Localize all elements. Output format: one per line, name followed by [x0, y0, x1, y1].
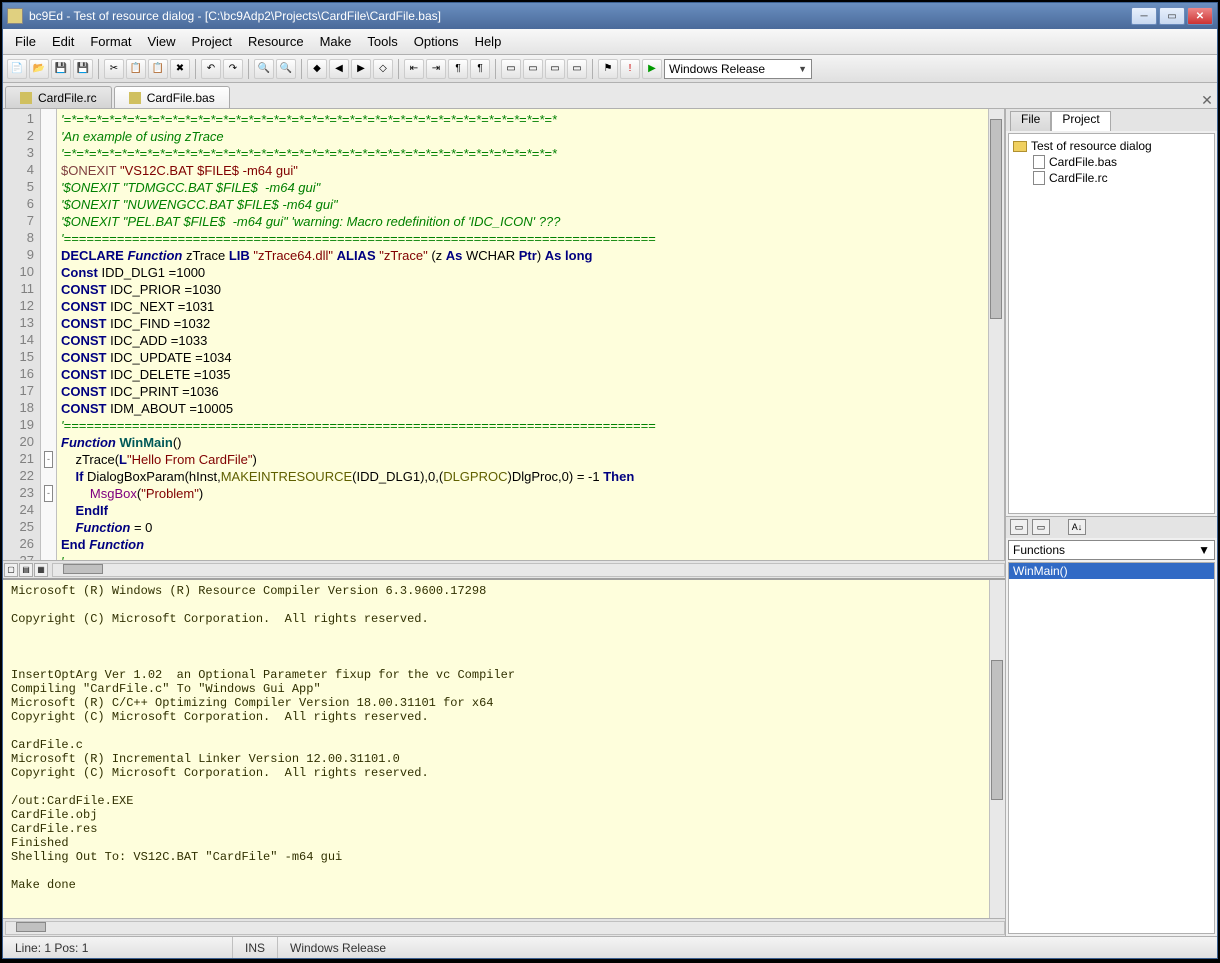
delete-button[interactable]: ✖ — [170, 59, 190, 79]
win3-button[interactable]: ▭ — [545, 59, 565, 79]
tree-file-bas[interactable]: CardFile.bas — [1013, 154, 1210, 170]
output-hscroll[interactable] — [5, 921, 1005, 935]
win4-button[interactable]: ▭ — [567, 59, 587, 79]
menu-format[interactable]: Format — [82, 31, 139, 52]
app-window: bc9Ed - Test of resource dialog - [C:\bc… — [2, 2, 1218, 959]
run-button[interactable]: ▶ — [642, 59, 662, 79]
menu-file[interactable]: File — [7, 31, 44, 52]
chevron-down-icon: ▼ — [798, 64, 807, 74]
output-vscroll[interactable] — [989, 580, 1005, 918]
functions-list[interactable]: WinMain() — [1008, 562, 1215, 935]
win2-button[interactable]: ▭ — [523, 59, 543, 79]
menu-options[interactable]: Options — [406, 31, 467, 52]
output-pane[interactable]: Microsoft (R) Windows (R) Resource Compi… — [3, 580, 989, 918]
bookmark-clear-button[interactable]: ◇ — [373, 59, 393, 79]
code-editor[interactable]: '=*=*=*=*=*=*=*=*=*=*=*=*=*=*=*=*=*=*=*=… — [57, 109, 988, 560]
close-button[interactable]: ✕ — [1187, 7, 1213, 25]
find-replace-button[interactable]: 🔍 — [276, 59, 296, 79]
status-config: Windows Release — [278, 937, 398, 958]
outdent-button[interactable]: ⇤ — [404, 59, 424, 79]
side-panel: File Project Test of resource dialog Car… — [1005, 109, 1217, 936]
menu-help[interactable]: Help — [467, 31, 510, 52]
config-combo[interactable]: Windows Release▼ — [664, 59, 812, 79]
file-icon — [1033, 155, 1045, 169]
file-icon — [1033, 171, 1045, 185]
file-tab-cardfile-rc[interactable]: CardFile.rc — [5, 86, 112, 108]
status-ins: INS — [233, 937, 278, 958]
paste-button[interactable]: 📋 — [148, 59, 168, 79]
stop-button[interactable]: ! — [620, 59, 640, 79]
save-all-button[interactable]: 💾 — [73, 59, 93, 79]
menu-edit[interactable]: Edit — [44, 31, 82, 52]
output-minibar — [3, 918, 1005, 936]
fold-toggle[interactable]: - — [44, 451, 53, 468]
project-tree[interactable]: Test of resource dialog CardFile.bas Car… — [1008, 133, 1215, 514]
bookmark-button[interactable]: ◆ — [307, 59, 327, 79]
maximize-button[interactable]: ▭ — [1159, 7, 1185, 25]
uncomment-button[interactable]: ¶ — [470, 59, 490, 79]
side-tab-project[interactable]: Project — [1051, 111, 1110, 131]
bookmark-next-button[interactable]: ▶ — [351, 59, 371, 79]
view-btn-3[interactable]: ▦ — [34, 563, 48, 577]
flag-button[interactable]: ⚑ — [598, 59, 618, 79]
close-tab-button[interactable]: ✕ — [1199, 92, 1215, 108]
file-tab-cardfile-bas[interactable]: CardFile.bas — [114, 86, 230, 108]
app-icon — [7, 8, 23, 24]
undo-button[interactable]: ↶ — [201, 59, 221, 79]
combo-label: Functions — [1013, 543, 1065, 557]
redo-button[interactable]: ↷ — [223, 59, 243, 79]
editor-vscroll[interactable] — [988, 109, 1004, 560]
comment-button[interactable]: ¶ — [448, 59, 468, 79]
menu-make[interactable]: Make — [312, 31, 360, 52]
find-button[interactable]: 🔍 — [254, 59, 274, 79]
toolbar: 📄📂💾💾✂📋📋✖↶↷🔍🔍◆◀▶◇⇤⇥¶¶▭▭▭▭⚑!▶Windows Relea… — [3, 55, 1217, 83]
open-button[interactable]: 📂 — [29, 59, 49, 79]
tab-label: CardFile.rc — [38, 91, 97, 105]
side-tab-file[interactable]: File — [1010, 111, 1051, 131]
panel-btn-2[interactable]: ▭ — [1032, 519, 1050, 535]
bookmark-prev-button[interactable]: ◀ — [329, 59, 349, 79]
menu-tools[interactable]: Tools — [359, 31, 405, 52]
view-btn-2[interactable]: ▤ — [19, 563, 33, 577]
side-tabs: File Project — [1006, 109, 1217, 131]
statusbar: Line: 1 Pos: 1 INS Windows Release — [3, 936, 1217, 958]
line-gutter: 1234567891011121314151617181920212223242… — [3, 109, 41, 560]
indent-button[interactable]: ⇥ — [426, 59, 446, 79]
titlebar[interactable]: bc9Ed - Test of resource dialog - [C:\bc… — [3, 3, 1217, 29]
folder-icon — [1013, 141, 1027, 152]
new-button[interactable]: 📄 — [7, 59, 27, 79]
minimize-button[interactable]: ─ — [1131, 7, 1157, 25]
menu-view[interactable]: View — [140, 31, 184, 52]
menubar: FileEditFormatViewProjectResourceMakeToo… — [3, 29, 1217, 55]
file-icon — [129, 92, 141, 104]
editor-hscroll[interactable] — [52, 563, 1005, 577]
view-btn-1[interactable]: ▢ — [4, 563, 18, 577]
side-toolbar: ▭ ▭ A↓ — [1006, 516, 1217, 538]
fold-toggle[interactable]: - — [44, 485, 53, 502]
window-title: bc9Ed - Test of resource dialog - [C:\bc… — [29, 9, 1131, 23]
file-icon — [20, 92, 32, 104]
sort-button[interactable]: A↓ — [1068, 519, 1086, 535]
tree-file-rc[interactable]: CardFile.rc — [1013, 170, 1210, 186]
win1-button[interactable]: ▭ — [501, 59, 521, 79]
tree-root[interactable]: Test of resource dialog — [1013, 138, 1210, 154]
menu-project[interactable]: Project — [183, 31, 239, 52]
status-pos: Line: 1 Pos: 1 — [3, 937, 233, 958]
fold-column[interactable]: -- — [41, 109, 57, 560]
function-item-selected[interactable]: WinMain() — [1009, 563, 1214, 579]
functions-combo[interactable]: Functions ▼ — [1008, 540, 1215, 560]
editor-minibar: ▢ ▤ ▦ — [3, 560, 1005, 578]
panel-btn-1[interactable]: ▭ — [1010, 519, 1028, 535]
save-button[interactable]: 💾 — [51, 59, 71, 79]
file-tabbar: CardFile.rc CardFile.bas ✕ — [3, 83, 1217, 109]
tree-label: Test of resource dialog — [1031, 139, 1152, 153]
tree-label: CardFile.bas — [1049, 155, 1117, 169]
cut-button[interactable]: ✂ — [104, 59, 124, 79]
tab-label: CardFile.bas — [147, 91, 215, 105]
menu-resource[interactable]: Resource — [240, 31, 312, 52]
chevron-down-icon: ▼ — [1198, 543, 1210, 557]
tree-label: CardFile.rc — [1049, 171, 1108, 185]
copy-button[interactable]: 📋 — [126, 59, 146, 79]
